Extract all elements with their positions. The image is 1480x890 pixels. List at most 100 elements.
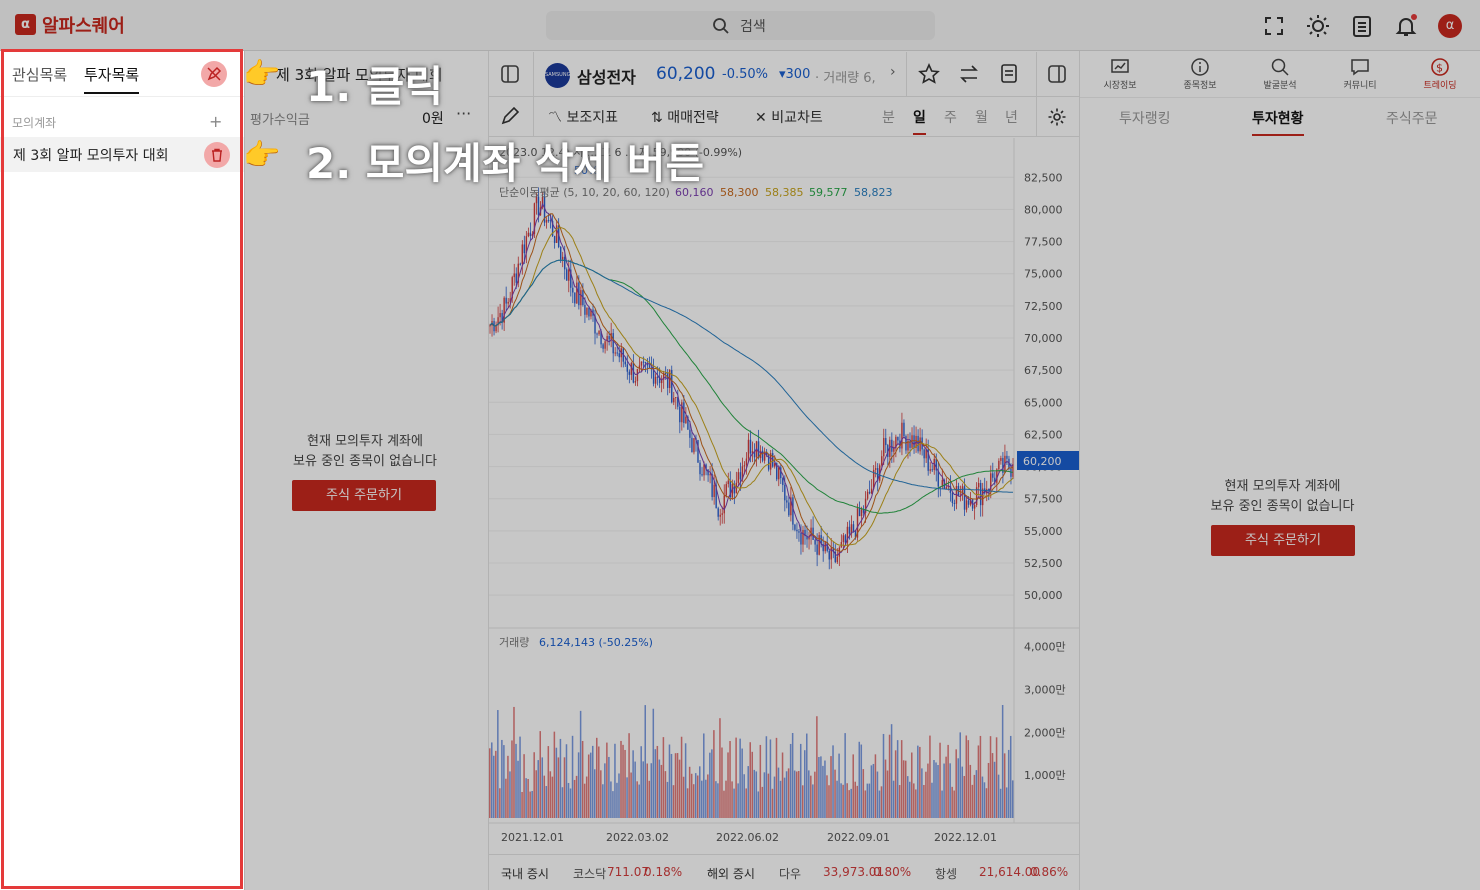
candle-body	[654, 376, 657, 384]
volume-bar	[707, 774, 709, 818]
candle-body	[727, 480, 729, 485]
magnifier-chart-icon	[1271, 58, 1289, 76]
volume-bar	[503, 745, 505, 818]
price-tick-label: 50,000	[1024, 589, 1063, 602]
more-button[interactable]: ···	[456, 104, 471, 123]
volume-bar	[559, 738, 562, 818]
delete-account-button[interactable]	[204, 142, 230, 168]
swap-icon[interactable]	[958, 63, 980, 85]
fullscreen-icon[interactable]	[1262, 14, 1286, 38]
notification-bell-icon[interactable]	[1394, 14, 1418, 38]
volume-bar	[1005, 787, 1008, 818]
volume-bar	[517, 760, 519, 818]
period-minute[interactable]: 분	[882, 107, 895, 127]
tab-investment-list[interactable]: 투자목록	[84, 64, 140, 94]
strategy-button[interactable]: ⇅ 매매전략	[651, 107, 719, 127]
nav-trading[interactable]: $ 트레이딩	[1410, 57, 1470, 91]
price-chart[interactable]: 82,500 80,000 77,500 75,000 72,500 70,000 67,5…	[489, 138, 1079, 854]
candle-body	[642, 361, 645, 363]
strategy-label: 매매전략	[667, 110, 719, 126]
volume-bar	[993, 761, 996, 818]
volume-bar	[747, 766, 749, 818]
volume-bar	[763, 772, 766, 818]
domestic-market-label[interactable]: 국내 증시	[501, 865, 549, 882]
search-input[interactable]: 검색	[546, 11, 935, 40]
chevron-right-icon[interactable]: ›	[890, 64, 896, 80]
nav-market-info[interactable]: 시장정보	[1090, 57, 1150, 91]
volume-bar	[834, 769, 836, 818]
period-month[interactable]: 월	[975, 107, 988, 127]
add-account-button[interactable]: +	[209, 112, 222, 131]
volume-bar	[917, 745, 919, 818]
clipboard-icon[interactable]	[1350, 14, 1374, 38]
candle-body	[529, 232, 532, 236]
volume-bar	[600, 770, 602, 818]
volume-bar	[646, 763, 649, 818]
tab-watchlist[interactable]: 관심목록	[12, 64, 67, 85]
candle-body	[521, 244, 524, 264]
volume-bar	[753, 769, 756, 818]
price-tick-label: 75,000	[1024, 268, 1063, 281]
empty-holdings-message: 현재 모의투자 계좌에 보유 중인 종목이 없습니다	[250, 432, 480, 472]
volume-bar	[828, 785, 830, 818]
settings-gear-icon[interactable]	[1047, 107, 1067, 127]
volume-bar	[888, 734, 891, 818]
candle-body	[786, 500, 788, 503]
memo-icon[interactable]	[998, 62, 1020, 84]
volume-bar	[493, 755, 495, 818]
candle-body	[903, 422, 905, 437]
nav-stock-info[interactable]: 종목정보	[1170, 57, 1230, 91]
nav-community[interactable]: 커뮤니티	[1330, 57, 1390, 91]
volume-bar	[921, 768, 923, 818]
volume-bar	[773, 776, 776, 818]
stock-order-button-right[interactable]: 주식 주문하기	[1211, 525, 1355, 556]
period-year[interactable]: 년	[1005, 107, 1018, 127]
tab-status[interactable]: 투자현황	[1252, 108, 1304, 136]
hangseng-change: 0.86%	[1030, 865, 1069, 879]
compare-chart-button[interactable]: ✕ 비교차트	[755, 107, 823, 127]
user-avatar[interactable]: α	[1438, 14, 1462, 38]
overseas-market-label[interactable]: 해외 증시	[707, 865, 755, 882]
volume-bar	[939, 742, 941, 818]
volume-bar	[933, 760, 935, 818]
theme-sun-icon[interactable]	[1306, 14, 1330, 38]
current-price-tag: 60,200	[1023, 455, 1062, 468]
candle-body	[782, 478, 784, 486]
indicator-button[interactable]: 〽 보조지표	[548, 107, 618, 127]
pen-draw-icon[interactable]	[500, 106, 520, 126]
volume-bar	[840, 783, 842, 818]
kosdaq-change: 0.18%	[644, 865, 683, 879]
candle-body	[628, 371, 631, 375]
volume-bar	[971, 784, 974, 818]
tab-ranking[interactable]: 투자랭킹	[1119, 108, 1171, 128]
volume-bar	[721, 747, 723, 818]
edit-off-icon	[207, 66, 222, 81]
period-week[interactable]: 주	[944, 107, 957, 127]
star-icon[interactable]	[918, 63, 940, 85]
volume-bar	[793, 770, 796, 818]
volume-bar	[894, 750, 897, 818]
panel-toggle-icon[interactable]	[500, 64, 520, 84]
volume-bar	[628, 733, 630, 818]
candle-body	[965, 500, 968, 510]
tab-order[interactable]: 주식주문	[1386, 108, 1438, 128]
volume-bar	[630, 772, 632, 818]
candle-body	[673, 397, 675, 403]
stock-order-button[interactable]: 주식 주문하기	[292, 480, 436, 511]
volume-bar	[777, 767, 780, 818]
volume-bar	[583, 783, 586, 818]
edit-list-button[interactable]	[201, 61, 227, 87]
nav-discovery-analysis[interactable]: 발굴분석	[1250, 57, 1310, 91]
volume-bar	[606, 742, 608, 818]
stock-name[interactable]: 삼성전자	[577, 64, 636, 88]
trash-icon	[212, 148, 222, 162]
right-panel-toggle-icon[interactable]	[1047, 64, 1067, 84]
period-day[interactable]: 일	[913, 107, 926, 135]
candle-body	[608, 336, 610, 340]
app-logo-icon[interactable]: α	[15, 14, 36, 35]
chat-icon	[1351, 59, 1369, 76]
candle-body	[624, 361, 627, 365]
volume-bar	[699, 766, 701, 818]
app-brand[interactable]: 알파스퀘어	[42, 12, 125, 38]
volume-bar	[650, 763, 653, 818]
